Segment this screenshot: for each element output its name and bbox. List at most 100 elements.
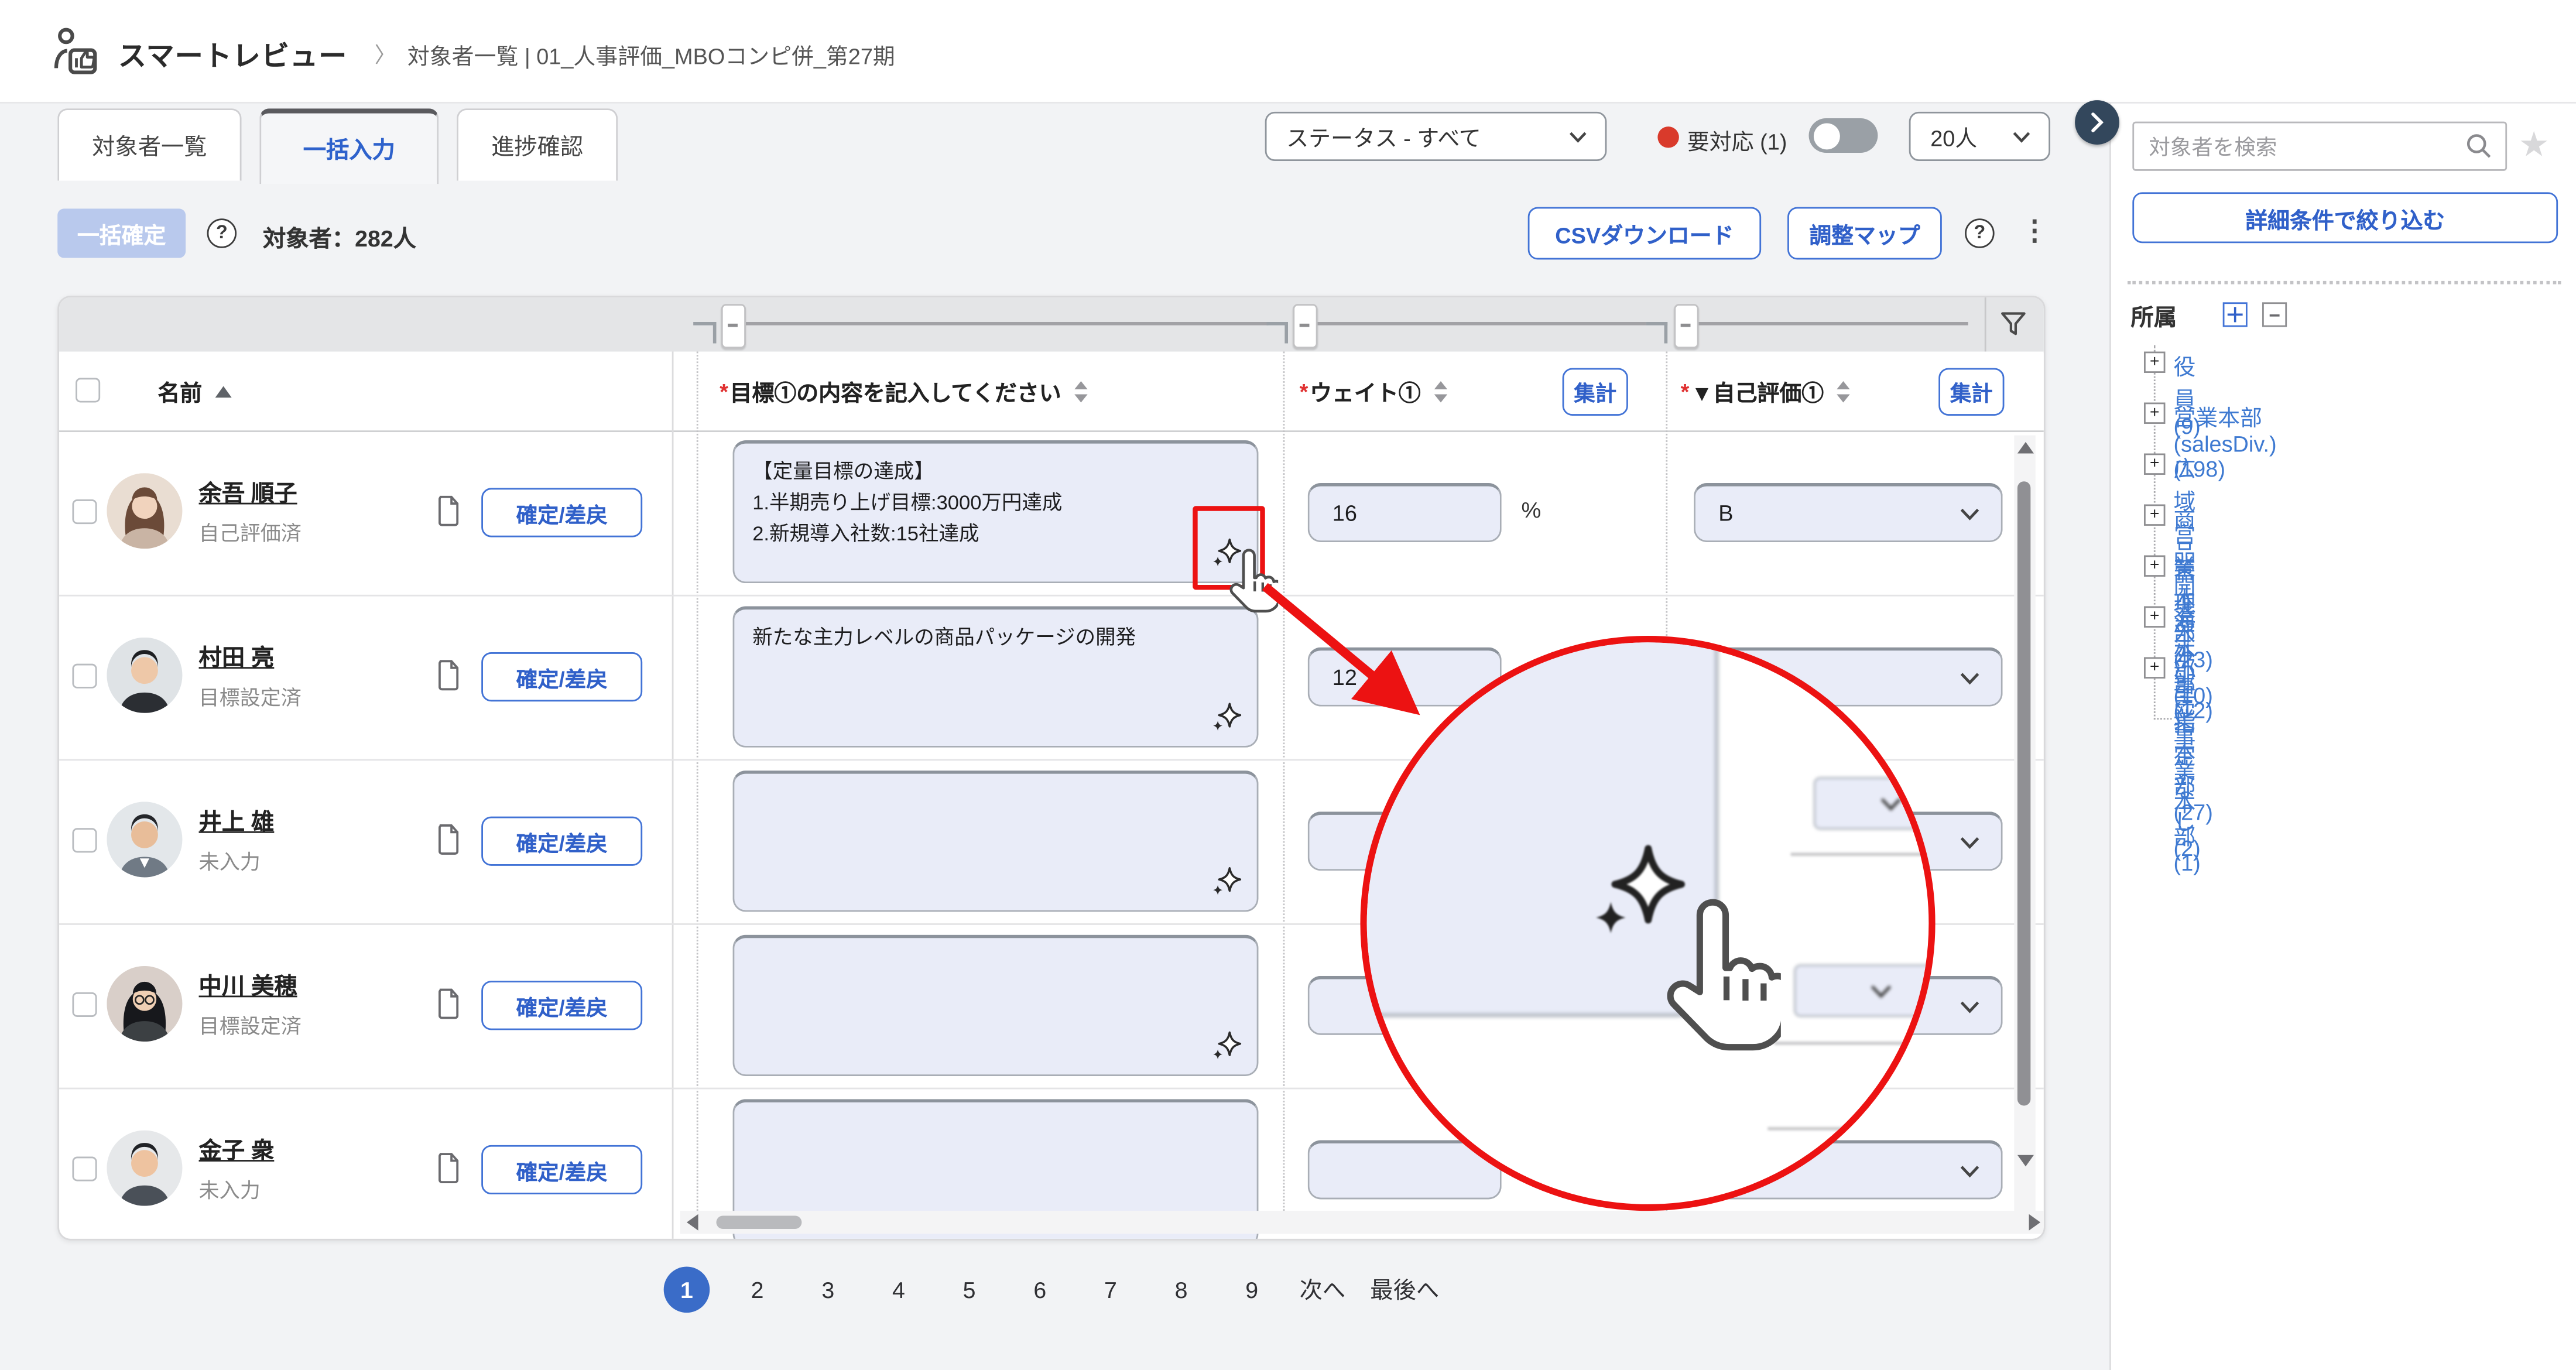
person-name-link[interactable]: 村田 亮: [199, 641, 275, 673]
scroll-down-icon[interactable]: [2017, 1155, 2033, 1167]
aggregate-weight-button[interactable]: 集計: [1563, 368, 1628, 416]
advanced-filter-button[interactable]: 詳細条件で絞り込む: [2132, 192, 2558, 243]
goal-textarea[interactable]: [733, 935, 1259, 1076]
page-button[interactable]: 4: [876, 1267, 922, 1313]
horizontal-scrollbar[interactable]: [680, 1211, 2046, 1234]
goal-text: 【定量目標の達成】 1.半期売り上げ目標:3000万円達成 2.新規導入社数:1…: [752, 457, 1207, 550]
scroll-left-icon[interactable]: [687, 1214, 698, 1231]
person-name-link[interactable]: 中川 美穂: [199, 970, 297, 1002]
person-name-link[interactable]: 金子 衆: [199, 1133, 275, 1166]
pagination: 1 2 3 4 5 6 7 8 9 次へ 最後へ: [57, 1267, 2045, 1313]
last-page-link[interactable]: 最後へ: [1370, 1273, 1439, 1306]
sort-arrows-icon[interactable]: [1074, 381, 1087, 402]
confirm-return-button[interactable]: 確定/差戻: [481, 981, 642, 1030]
expand-all-button[interactable]: ＋: [2223, 302, 2248, 327]
avatar: [107, 1131, 182, 1206]
column-resize-handle[interactable]: [1293, 304, 1317, 348]
collapse-all-button[interactable]: −: [2262, 302, 2287, 327]
document-icon[interactable]: [434, 986, 464, 1022]
eval-value: B: [1718, 501, 1733, 526]
panel-collapse-button[interactable]: [2075, 100, 2119, 145]
magnified-select: [1794, 964, 1935, 1017]
ai-sparkle-icon[interactable]: [1211, 1029, 1242, 1063]
page-button[interactable]: 2: [734, 1267, 780, 1313]
person-name-link[interactable]: 井上 雄: [199, 805, 275, 838]
tab-target-list[interactable]: 対象者一覧: [57, 108, 241, 180]
eval-column-header[interactable]: * ▼自己評価①: [1681, 352, 1850, 431]
sort-arrows-icon[interactable]: [1434, 381, 1447, 402]
goal-textarea[interactable]: [733, 770, 1259, 912]
next-page-link[interactable]: 次へ: [1300, 1273, 1346, 1306]
breadcrumb: 対象者一覧 | 01_人事評価_MBOコンピ併_第27期: [407, 38, 895, 71]
select-all-checkbox[interactable]: [76, 378, 100, 402]
page-button[interactable]: 1: [664, 1267, 710, 1313]
row-checkbox[interactable]: [72, 664, 97, 689]
page-button[interactable]: 8: [1158, 1267, 1204, 1313]
page-button[interactable]: 3: [805, 1267, 851, 1313]
scroll-right-icon[interactable]: [2029, 1214, 2041, 1231]
help-icon[interactable]: ?: [207, 218, 237, 248]
favorite-star-icon[interactable]: ★: [2519, 122, 2550, 171]
tree-item-label[interactable]: 指定なし(2): [2173, 705, 2200, 861]
vertical-scrollbar[interactable]: [2014, 436, 2035, 1211]
name-column-header[interactable]: 名前: [157, 352, 231, 431]
bulk-confirm-button[interactable]: 一括確定: [57, 208, 186, 258]
scroll-up-icon[interactable]: [2017, 442, 2033, 454]
tree-expand-icon[interactable]: +: [2144, 504, 2165, 525]
confirm-return-button[interactable]: 確定/差戻: [481, 488, 642, 537]
tree-expand-icon[interactable]: +: [2144, 453, 2165, 474]
confirm-return-button[interactable]: 確定/差戻: [481, 1145, 642, 1194]
document-icon[interactable]: [434, 1150, 464, 1186]
eval-select[interactable]: B: [1694, 483, 2003, 542]
row-checkbox[interactable]: [72, 499, 97, 524]
page-button[interactable]: 5: [946, 1267, 992, 1313]
document-icon[interactable]: [434, 493, 464, 529]
goal-column-header[interactable]: * 目標①の内容を記入してください: [720, 352, 1087, 431]
confirm-return-button[interactable]: 確定/差戻: [481, 652, 642, 701]
row-checkbox[interactable]: [72, 1157, 97, 1181]
weight-input[interactable]: 16: [1308, 483, 1502, 542]
row-checkbox[interactable]: [72, 828, 97, 852]
row-checkbox[interactable]: [72, 992, 97, 1017]
search-box[interactable]: [2132, 122, 2507, 171]
tree-expand-icon[interactable]: +: [2144, 657, 2165, 678]
name-header-label: 名前: [157, 375, 202, 407]
goal-textarea[interactable]: 新たな主力レベルの商品パッケージの開発: [733, 606, 1259, 747]
filter-funnel-icon[interactable]: [1998, 309, 2029, 340]
document-icon[interactable]: [434, 821, 464, 858]
scrollbar-thumb[interactable]: [716, 1216, 801, 1229]
tab-bulk-input[interactable]: 一括入力: [259, 108, 439, 184]
kebab-menu-icon[interactable]: ⋮: [2021, 215, 2049, 248]
help-icon[interactable]: ?: [1965, 218, 1995, 248]
search-input[interactable]: [2134, 134, 2464, 159]
page-button[interactable]: 6: [1017, 1267, 1063, 1313]
column-resize-handle[interactable]: [1674, 304, 1698, 348]
status-filter-select[interactable]: ステータス - すべて: [1265, 112, 1607, 161]
scrollbar-thumb[interactable]: [2017, 481, 2030, 1105]
search-icon[interactable]: [2464, 131, 2494, 161]
weight-column-header[interactable]: * ウェイト①: [1300, 352, 1447, 431]
filter-sidebar: ★ 詳細条件で絞り込む 所属 ＋ − + 役員(9) + 営業本部(salesD…: [2109, 102, 2576, 1370]
sort-arrows-icon[interactable]: [1837, 381, 1850, 402]
tree-expand-icon[interactable]: +: [2144, 352, 2165, 373]
attention-toggle[interactable]: [1809, 118, 1878, 153]
attention-dot-icon: [1657, 126, 1678, 148]
ai-sparkle-icon[interactable]: [1211, 864, 1242, 899]
csv-download-button[interactable]: CSVダウンロード: [1528, 207, 1761, 260]
person-name-link[interactable]: 余吾 順子: [199, 477, 297, 509]
tab-progress[interactable]: 進捗確認: [457, 108, 618, 180]
document-icon[interactable]: [434, 657, 464, 693]
column-resize-handle[interactable]: [721, 304, 746, 348]
ai-sparkle-icon[interactable]: [1211, 700, 1242, 734]
page-size-select[interactable]: 20人: [1909, 112, 2050, 161]
goal-textarea[interactable]: 【定量目標の達成】 1.半期売り上げ目標:3000万円達成 2.新規導入社数:1…: [733, 440, 1259, 583]
tree-expand-icon[interactable]: +: [2144, 606, 2165, 627]
confirm-return-button[interactable]: 確定/差戻: [481, 817, 642, 866]
adjust-map-button[interactable]: 調整マップ: [1787, 207, 1942, 260]
tree-expand-icon[interactable]: +: [2144, 402, 2165, 423]
aggregate-eval-button[interactable]: 集計: [1938, 368, 2004, 416]
page-button[interactable]: 7: [1088, 1267, 1134, 1313]
tree-expand-icon[interactable]: +: [2144, 555, 2165, 576]
app-header: スマートレビュー 〉 対象者一覧 | 01_人事評価_MBOコンピ併_第27期: [0, 0, 2576, 104]
page-button[interactable]: 9: [1229, 1267, 1275, 1313]
